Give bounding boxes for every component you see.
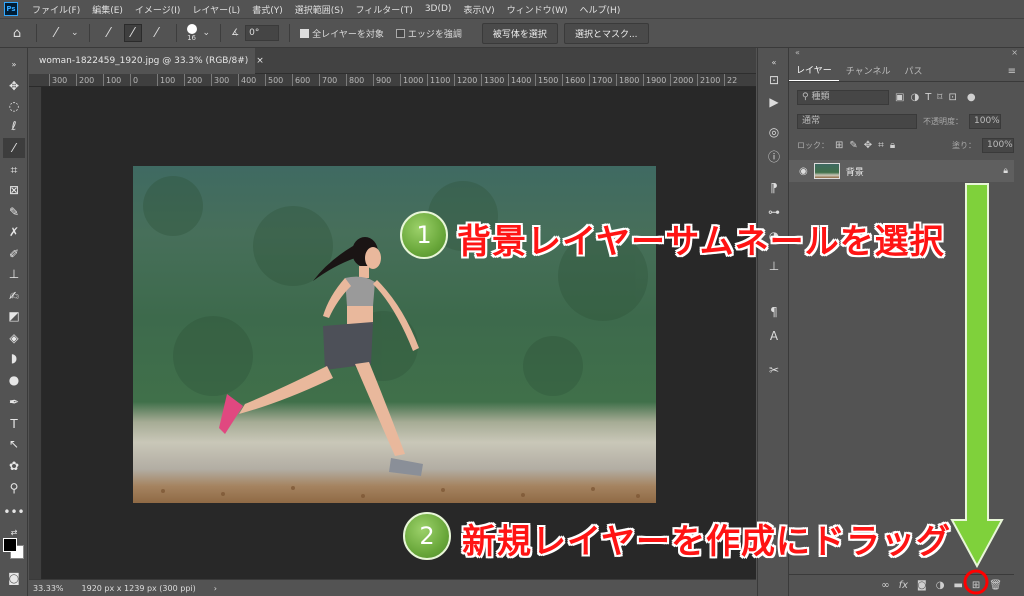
step1-badge: 1 [400, 211, 448, 259]
annotation-overlay [950, 183, 1004, 595]
step2-badge: 2 [403, 512, 451, 560]
highlight-ring [963, 569, 989, 595]
green-arrow [950, 183, 1004, 569]
step2-text: 新規レイヤーを作成にドラッグ [462, 522, 951, 562]
step1-text: 背景レイヤーサムネールを選択 [457, 222, 945, 262]
